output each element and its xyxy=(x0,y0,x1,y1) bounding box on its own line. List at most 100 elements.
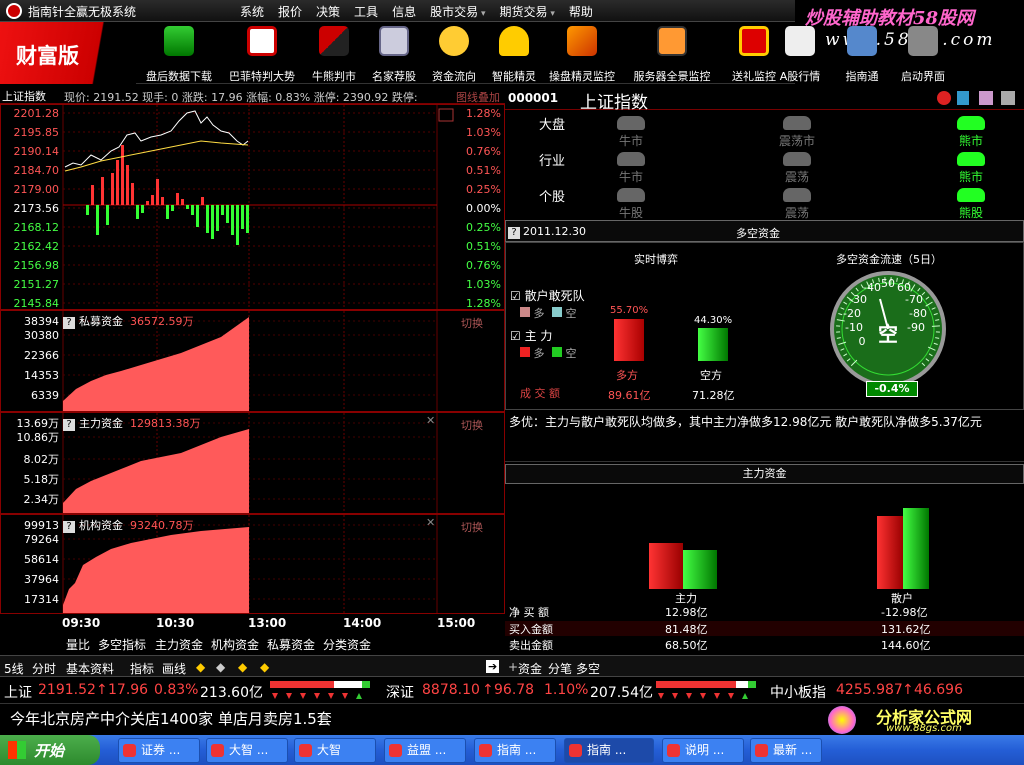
close-icon[interactable]: ✕ xyxy=(426,414,435,427)
ratio-bar xyxy=(146,201,149,205)
bear-icon xyxy=(957,152,985,166)
menu-stock-trade[interactable]: 股市交易 xyxy=(430,3,485,20)
ratio-bar xyxy=(131,183,134,205)
switch-button[interactable]: 切换 xyxy=(461,519,483,535)
overlay-button[interactable]: 图线叠加 xyxy=(456,89,500,105)
tool-buffett[interactable]: 巴菲特判大势 xyxy=(222,26,302,84)
pct-label: 1.03% xyxy=(466,278,501,291)
menu-futures-trade[interactable]: 期货交易 xyxy=(499,3,554,20)
switch-button[interactable]: 切换 xyxy=(461,315,483,331)
mood-row-label: 个股 xyxy=(539,190,566,205)
tab-main-fund[interactable]: 主力资金 xyxy=(155,636,203,653)
menu-tools[interactable]: 工具 xyxy=(354,3,378,20)
gift-icon xyxy=(739,26,769,56)
group-retail[interactable]: ☑ 散户敢死队 xyxy=(510,287,585,304)
ratio-bar xyxy=(136,205,139,219)
menu-system[interactable]: 系统 xyxy=(240,3,264,20)
flow-title: 多空资金流速（5日） xyxy=(836,253,942,266)
ratio-bar xyxy=(211,205,214,239)
tab-long-short[interactable]: 多空指标 xyxy=(98,636,146,653)
tab-duokong[interactable]: 多空 xyxy=(576,660,600,677)
menu-help[interactable]: 帮助 xyxy=(569,3,593,20)
realtime-label: 实时博弈 xyxy=(634,253,678,266)
partner-logo: 分析家公式网 www.88gs.com xyxy=(824,704,1024,736)
task-button[interactable]: 说明 ... xyxy=(662,738,744,763)
y-label: 2173.56 xyxy=(14,202,60,215)
tool-start-screen[interactable]: 启动界面 xyxy=(890,26,956,84)
tab-inst-fund[interactable]: 机构资金 xyxy=(211,636,259,653)
tool-server-monitor[interactable]: 服务器全景监控 xyxy=(632,26,712,84)
sz-value: 8878.10 xyxy=(422,682,480,698)
y-label: 37964 xyxy=(24,573,59,586)
y-label: 79264 xyxy=(24,533,59,546)
task-button[interactable]: 大智 xyxy=(294,738,376,763)
mood-state-label: 震荡 xyxy=(784,170,809,184)
price-chart[interactable]: 2201.28 1.28% 2195.85 1.03% 2190.14 0.76% 2184… xyxy=(1,105,504,309)
tab-indicator[interactable]: 指标 xyxy=(130,660,154,677)
tab-basic-info[interactable]: 基本资料 xyxy=(66,660,114,677)
settings-icon[interactable] xyxy=(1001,91,1015,105)
task-button[interactable]: 指南 ... xyxy=(474,738,556,763)
ratio-bar xyxy=(151,195,154,205)
arrow-right-icon[interactable]: ➔ xyxy=(486,660,500,673)
y-label: 2145.84 xyxy=(14,297,60,309)
long-label: 多方 xyxy=(616,369,638,382)
news-headline[interactable]: 今年北京房产中介关店1400家 单店月卖房1.5套 xyxy=(10,708,332,729)
nav-diamond-icon[interactable]: ◆ xyxy=(196,660,205,674)
pct-label: 0.51% xyxy=(466,164,501,177)
ratio-bar xyxy=(206,205,209,233)
help-icon[interactable]: ? xyxy=(63,521,75,533)
start-button[interactable]: 开始 xyxy=(0,735,100,765)
menu-quote[interactable]: 报价 xyxy=(278,3,302,20)
group-main[interactable]: ☑ 主 力 xyxy=(510,327,552,344)
chart-bg xyxy=(1,105,504,309)
close-icon[interactable]: ✕ xyxy=(426,516,435,529)
y-label: 17314 xyxy=(24,593,59,606)
tab-row: 5线 分时 基本资料 指标 画线 ◆ ◆ ◆ ◆ ➔ + 资金 分笔 多空 xyxy=(0,655,1024,677)
tab-private-fund[interactable]: 私募资金 xyxy=(267,636,315,653)
task-button[interactable]: 益盟 ... xyxy=(384,738,466,763)
tool-trade-genie-monitor[interactable]: 操盘精灵监控 xyxy=(542,26,622,84)
switch-button[interactable]: 切换 xyxy=(461,417,483,433)
y-label: 2184.70 xyxy=(14,164,60,177)
nav-diamond-icon[interactable]: ◆ xyxy=(216,660,225,674)
help-icon[interactable]: ? xyxy=(63,419,75,431)
tab-intraday[interactable]: 分时 xyxy=(32,660,56,677)
app-logo-icon xyxy=(6,3,22,19)
tool-a-share[interactable]: A股行情 xyxy=(772,26,828,84)
tool-data-download[interactable]: 盘后数据下载 xyxy=(139,26,219,84)
help-icon[interactable]: ? xyxy=(508,224,520,239)
pct-label: 0.51% xyxy=(466,240,501,253)
y-label: 2168.12 xyxy=(14,221,60,234)
start-screen-icon xyxy=(908,26,938,56)
help-icon[interactable]: ? xyxy=(63,317,75,329)
tab-volume-ratio[interactable]: 量比 xyxy=(66,636,90,653)
chart-header: 上证指数 现价: 2191.52 现手: 0 涨跌: 17.96 涨幅: 0.8… xyxy=(0,86,505,104)
task-button[interactable]: 大智 ... xyxy=(206,738,288,763)
task-button[interactable]: 最新 ... xyxy=(750,738,822,763)
tool-guide[interactable]: 指南通 xyxy=(832,26,892,84)
y-label: 38394 xyxy=(24,315,59,328)
pct-label: 1.28% xyxy=(466,297,501,309)
menu-info[interactable]: 信息 xyxy=(392,3,416,20)
tab-fund[interactable]: 资金 xyxy=(518,660,542,677)
sz-change: 96.78 xyxy=(494,682,535,698)
nav-diamond-icon[interactable]: ◆ xyxy=(260,660,269,674)
ratio-bar xyxy=(246,205,249,233)
tab-draw-line[interactable]: 画线 xyxy=(162,660,186,677)
mood-state-label: 熊市 xyxy=(958,170,983,184)
tab-class-fund[interactable]: 分类资金 xyxy=(323,636,371,653)
tab-5-line[interactable]: 5线 xyxy=(4,660,24,677)
task-button[interactable]: 指南 ... xyxy=(564,738,654,763)
task-button[interactable]: 证券 ... xyxy=(118,738,200,763)
quote-line: 现价: 2191.52 现手: 0 涨跌: 17.96 涨幅: 0.83% 涨停… xyxy=(64,91,418,104)
nav-diamond-icon[interactable]: ◆ xyxy=(238,660,247,674)
tools-icon[interactable] xyxy=(979,91,993,105)
stock-code: 000001 xyxy=(508,91,559,105)
record-icon[interactable] xyxy=(937,91,951,105)
phone-icon[interactable] xyxy=(957,91,969,105)
menu-decision[interactable]: 决策 xyxy=(316,3,340,20)
mood-state-label: 牛股 xyxy=(618,206,643,220)
panel-title-main: ? 主力资金 129813.38万 xyxy=(63,415,201,431)
tab-ticks[interactable]: 分笔 xyxy=(548,660,572,677)
